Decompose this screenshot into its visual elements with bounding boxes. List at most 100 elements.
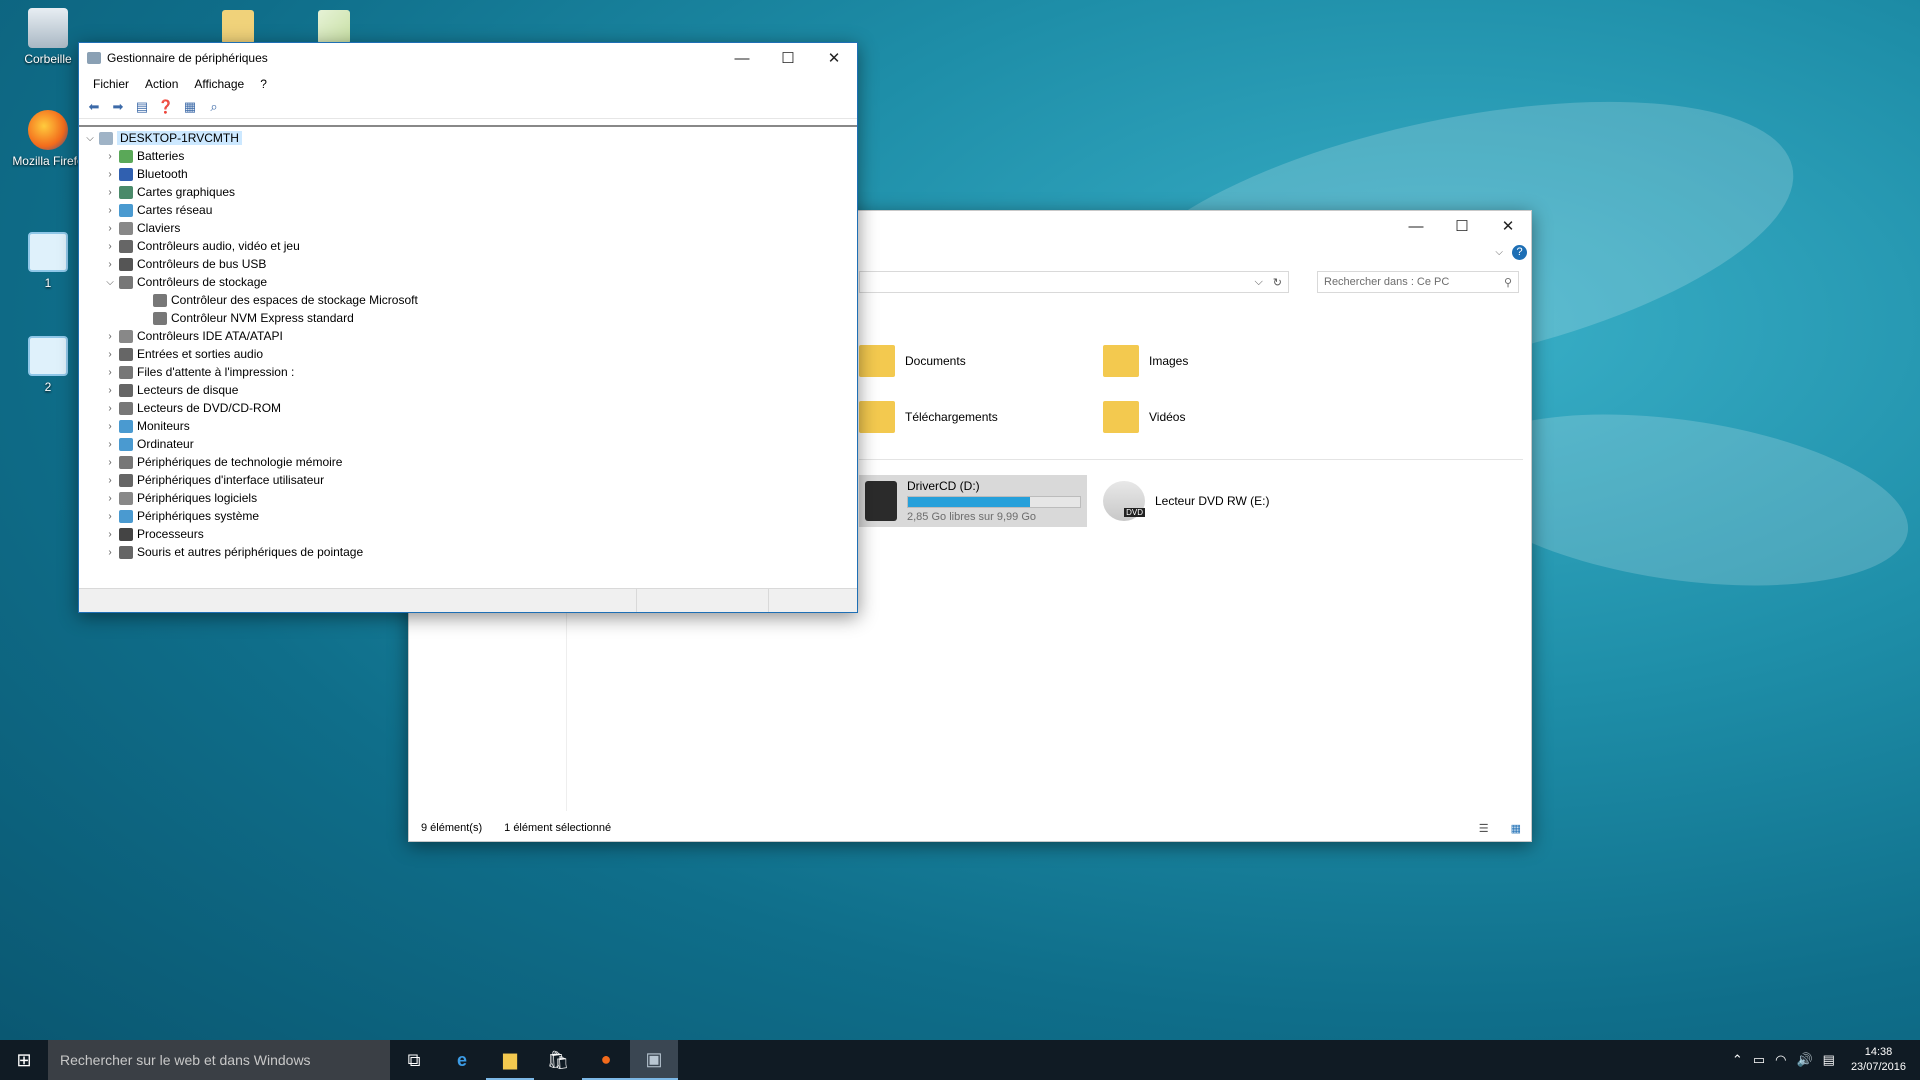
notifications-icon[interactable]: ▤	[1823, 1052, 1835, 1068]
menu-item-action[interactable]: Action	[137, 77, 186, 91]
folder-downloads[interactable]: Téléchargements	[859, 401, 998, 433]
collapse-chevron-icon[interactable]: ›	[103, 493, 117, 504]
tree-category[interactable]: › Lecteurs de DVD/CD-ROM	[79, 399, 857, 417]
collapse-chevron-icon[interactable]: ›	[103, 259, 117, 270]
properties-help-icon[interactable]: ❓	[157, 98, 175, 116]
task-view-button[interactable]: ⧉	[390, 1040, 438, 1080]
tiles-view-icon[interactable]: ▦	[1511, 822, 1531, 835]
collapse-chevron-icon[interactable]: ›	[103, 151, 117, 162]
tree-category[interactable]: › Périphériques de technologie mémoire	[79, 453, 857, 471]
collapse-chevron-icon[interactable]: ›	[103, 331, 117, 342]
minimize-icon[interactable]: —	[1393, 211, 1439, 241]
maximize-icon[interactable]: ☐	[1439, 211, 1485, 241]
device-manager-taskbar-button[interactable]: ▣	[630, 1040, 678, 1080]
forward-arrow-icon[interactable]: ➡	[109, 98, 127, 116]
tree-category[interactable]: › Cartes graphiques	[79, 183, 857, 201]
expand-chevron-icon[interactable]: ⌵	[103, 277, 117, 288]
battery-icon[interactable]: ▭	[1753, 1052, 1765, 1068]
tree-category[interactable]: › Processeurs	[79, 525, 857, 543]
menu-item-help[interactable]: ?	[252, 77, 275, 91]
tree-root[interactable]: ⌵ DESKTOP-1RVCMTH	[79, 129, 857, 147]
refresh-icon[interactable]: ↻	[1273, 276, 1282, 289]
tree-category[interactable]: › Moniteurs	[79, 417, 857, 435]
collapse-chevron-icon[interactable]: ›	[103, 169, 117, 180]
desktop-shortcut-icon[interactable]	[318, 10, 350, 44]
help-icon[interactable]: ?	[1512, 245, 1527, 260]
start-button[interactable]: ⊞	[0, 1040, 48, 1080]
chevron-down-icon[interactable]: ⌵	[1254, 276, 1262, 289]
tree-category[interactable]: ⌵ Contrôleurs de stockage	[79, 273, 857, 291]
edge-button[interactable]: e	[438, 1040, 486, 1080]
search-box[interactable]: Rechercher dans : Ce PC ⚲	[1317, 271, 1519, 293]
maximize-icon[interactable]: ☐	[765, 43, 811, 73]
desktop-icon-recycle-bin[interactable]: Corbeille	[8, 8, 88, 66]
collapse-chevron-icon[interactable]: ›	[103, 475, 117, 486]
volume-icon[interactable]: 🔊	[1796, 1052, 1812, 1068]
tree-category[interactable]: › Bluetooth	[79, 165, 857, 183]
drive-d-tile[interactable]: DriverCD (D:) 2,85 Go libres sur 9,99 Go	[859, 475, 1087, 527]
collapse-chevron-icon[interactable]: ›	[103, 205, 117, 216]
tree-category[interactable]: › Cartes réseau	[79, 201, 857, 219]
wifi-icon[interactable]: ◠	[1775, 1052, 1786, 1068]
show-hide-console-tree-icon[interactable]: ▤	[133, 98, 151, 116]
taskbar-search-box[interactable]: Rechercher sur le web et dans Windows	[48, 1040, 390, 1080]
collapse-chevron-icon[interactable]: ›	[103, 385, 117, 396]
collapse-chevron-icon[interactable]: ›	[103, 547, 117, 558]
tree-category[interactable]: › Périphériques d'interface utilisateur	[79, 471, 857, 489]
tree-category[interactable]: › Contrôleurs IDE ATA/ATAPI	[79, 327, 857, 345]
search-input[interactable]: Rechercher dans : Ce PC	[1324, 276, 1504, 288]
collapse-chevron-icon[interactable]: ›	[103, 403, 117, 414]
collapse-chevron-icon[interactable]: ›	[103, 367, 117, 378]
address-bar[interactable]: ⌵ ↻	[859, 271, 1289, 293]
tree-category[interactable]: › Batteries	[79, 147, 857, 165]
tree-category[interactable]: › Lecteurs de disque	[79, 381, 857, 399]
chevron-up-icon[interactable]: ⌃	[1732, 1052, 1743, 1068]
tree-category[interactable]: › Périphériques logiciels	[79, 489, 857, 507]
tree-child-item[interactable]: Contrôleur des espaces de stockage Micro…	[79, 291, 857, 309]
tree-category[interactable]: › Entrées et sorties audio	[79, 345, 857, 363]
desktop-icon-firefox[interactable]: Mozilla Firefo	[8, 110, 88, 168]
close-icon[interactable]: ✕	[1485, 211, 1531, 241]
drive-e-tile[interactable]: DVD Lecteur DVD RW (E:)	[1103, 481, 1269, 521]
minimize-icon[interactable]: —	[719, 43, 765, 73]
firefox-taskbar-button[interactable]: ●	[582, 1040, 630, 1080]
collapse-chevron-icon[interactable]: ›	[103, 511, 117, 522]
scan-hardware-icon[interactable]: ⌕	[205, 98, 223, 116]
folder-documents[interactable]: Documents	[859, 345, 966, 377]
taskbar-search-input[interactable]: Rechercher sur le web et dans Windows	[60, 1052, 311, 1068]
back-arrow-icon[interactable]: ⬅	[85, 98, 103, 116]
details-view-icon[interactable]: ☰	[1479, 822, 1489, 835]
store-button[interactable]: 🛍	[534, 1040, 582, 1080]
file-explorer-button[interactable]: ▆	[486, 1040, 534, 1080]
title-bar[interactable]: Gestionnaire de périphériques — ☐ ✕	[79, 43, 857, 73]
collapse-chevron-icon[interactable]: ›	[103, 457, 117, 468]
device-category-icon	[119, 365, 133, 379]
desktop-shortcut-icon[interactable]	[222, 10, 254, 44]
expand-chevron-icon[interactable]: ⌵	[83, 133, 97, 144]
collapse-chevron-icon[interactable]: ›	[103, 241, 117, 252]
tree-category[interactable]: › Contrôleurs de bus USB	[79, 255, 857, 273]
tree-child-item[interactable]: Contrôleur NVM Express standard	[79, 309, 857, 327]
chevron-down-icon[interactable]: ⌵	[1495, 247, 1503, 258]
collapse-chevron-icon[interactable]: ›	[103, 421, 117, 432]
tree-category[interactable]: › Files d'attente à l'impression :	[79, 363, 857, 381]
collapse-chevron-icon[interactable]: ›	[103, 529, 117, 540]
menu-item-affichage[interactable]: Affichage	[186, 77, 252, 91]
clock[interactable]: 14:38 23/07/2016	[1845, 1045, 1912, 1075]
desktop-icon-2[interactable]: 2	[8, 336, 88, 394]
tree-category[interactable]: › Ordinateur	[79, 435, 857, 453]
tree-category[interactable]: › Périphériques système	[79, 507, 857, 525]
tree-category[interactable]: › Souris et autres périphériques de point…	[79, 543, 857, 561]
tree-category[interactable]: › Contrôleurs audio, vidéo et jeu	[79, 237, 857, 255]
menu-item-fichier[interactable]: Fichier	[85, 77, 137, 91]
tree-category[interactable]: › Claviers	[79, 219, 857, 237]
collapse-chevron-icon[interactable]: ›	[103, 223, 117, 234]
collapse-chevron-icon[interactable]: ›	[103, 349, 117, 360]
close-icon[interactable]: ✕	[811, 43, 857, 73]
desktop-icon-1[interactable]: 1	[8, 232, 88, 290]
properties-icon[interactable]: ▦	[181, 98, 199, 116]
folder-videos[interactable]: Vidéos	[1103, 401, 1185, 433]
collapse-chevron-icon[interactable]: ›	[103, 187, 117, 198]
folder-images[interactable]: Images	[1103, 345, 1188, 377]
collapse-chevron-icon[interactable]: ›	[103, 439, 117, 450]
